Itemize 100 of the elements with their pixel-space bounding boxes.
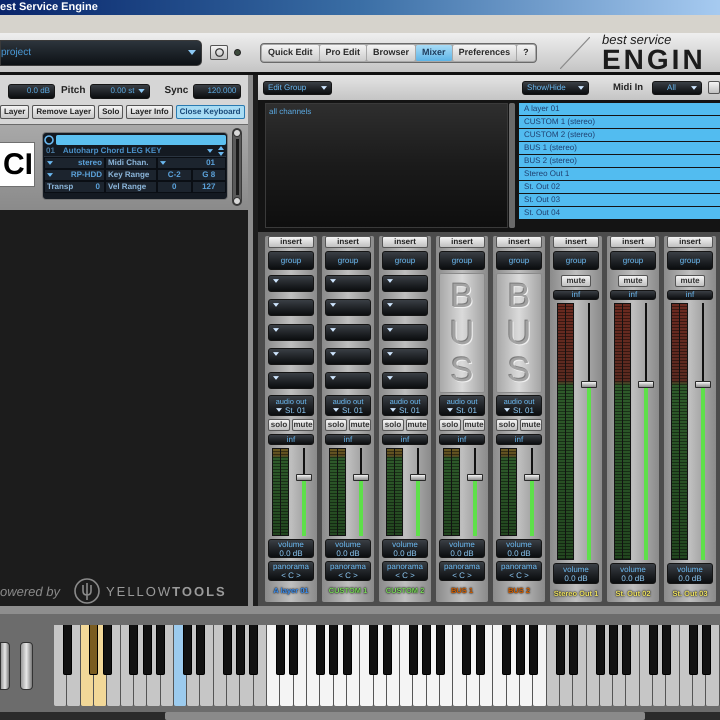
insert-slot[interactable]	[325, 372, 371, 389]
insert-slot[interactable]	[268, 299, 314, 316]
group-button[interactable]: group	[553, 251, 599, 270]
pan-value[interactable]: < C >	[395, 571, 415, 580]
volume-value[interactable]: 0.0 dB	[393, 548, 417, 558]
channel-list-item[interactable]: Stereo Out 1	[519, 168, 720, 180]
insert-slot[interactable]	[325, 275, 371, 292]
fader-thumb[interactable]	[467, 474, 483, 481]
layer-button[interactable]: Solo	[98, 105, 124, 119]
volume-value[interactable]: 0.0 dB	[621, 574, 645, 582]
solo-button[interactable]: solo	[325, 419, 347, 431]
output-dropdown[interactable]: St. 01	[276, 406, 306, 414]
pan-value[interactable]: < C >	[281, 571, 301, 580]
scrollbar[interactable]	[232, 128, 242, 206]
tab[interactable]: ?	[517, 44, 535, 60]
insert-slot[interactable]	[382, 299, 428, 316]
layer-title-bar[interactable]	[56, 134, 226, 144]
fader-track[interactable]	[296, 448, 312, 536]
mute-button[interactable]: mute	[463, 419, 485, 431]
group-button[interactable]: group	[439, 251, 485, 270]
output-dropdown[interactable]: St. 01	[333, 406, 363, 414]
volume-value[interactable]: 0.0 dB	[564, 574, 588, 582]
output-mode-dropdown[interactable]: stereo	[44, 157, 105, 169]
fader-track[interactable]	[524, 448, 540, 536]
solo-button[interactable]: solo	[496, 419, 518, 431]
group-button[interactable]: group	[325, 251, 371, 270]
tab[interactable]: Browser	[367, 44, 416, 60]
group-list-item[interactable]: all channels	[269, 107, 504, 117]
playback-mode-dropdown[interactable]: RP-HDD	[44, 169, 105, 181]
insert-button[interactable]: insert	[496, 236, 542, 248]
solo-button[interactable]: solo	[382, 419, 404, 431]
insert-button[interactable]: insert	[268, 236, 314, 248]
insert-slot[interactable]	[382, 324, 428, 340]
channel-list-item[interactable]: CUSTOM 2 (stereo)	[519, 129, 720, 141]
mute-button[interactable]: mute	[292, 419, 314, 431]
square-button[interactable]	[708, 81, 720, 94]
edit-group-dropdown[interactable]: Edit Group	[263, 80, 332, 94]
tab[interactable]: Pro Edit	[320, 44, 366, 60]
pan-value[interactable]: < C >	[338, 571, 358, 580]
channel-list-item[interactable]: A layer 01	[519, 103, 720, 115]
project-dropdown[interactable]: project	[0, 40, 202, 66]
wheel-control[interactable]	[0, 642, 10, 690]
show-hide-dropdown[interactable]: Show/Hide	[522, 80, 589, 94]
insert-slot[interactable]	[268, 372, 314, 389]
insert-button[interactable]: insert	[553, 236, 599, 248]
fader-track[interactable]	[695, 303, 711, 560]
channel-list-item[interactable]: St. Out 04	[519, 207, 720, 219]
insert-slot[interactable]	[325, 324, 371, 340]
pitch-dropdown[interactable]: 0.00 st	[90, 84, 150, 98]
midi-in-dropdown[interactable]: All	[652, 80, 702, 94]
fader-thumb[interactable]	[296, 474, 312, 481]
insert-slot[interactable]	[268, 348, 314, 365]
group-button[interactable]: group	[268, 251, 314, 270]
channel-list-item[interactable]: CUSTOM 1 (stereo)	[519, 116, 720, 128]
insert-button[interactable]: insert	[325, 236, 371, 248]
fader-track[interactable]	[467, 448, 483, 536]
velocity-low-field[interactable]: 0	[157, 181, 192, 193]
layer-button[interactable]: Layer	[0, 105, 30, 119]
layer-button[interactable]: Close Keyboard	[176, 105, 245, 119]
fader-track[interactable]	[410, 448, 426, 536]
insert-button[interactable]: insert	[439, 236, 485, 248]
solo-button[interactable]: solo	[268, 419, 290, 431]
fader-track[interactable]	[353, 448, 369, 536]
layer-button[interactable]: Remove Layer	[32, 105, 96, 119]
insert-button[interactable]: insert	[610, 236, 656, 248]
tab[interactable]: Quick Edit	[262, 44, 319, 60]
fader-track[interactable]	[581, 303, 597, 560]
volume-value[interactable]: 0.0 dB	[507, 548, 531, 558]
fader-thumb[interactable]	[410, 474, 426, 481]
pan-value[interactable]: < C >	[452, 571, 472, 580]
pan-value[interactable]: < C >	[509, 571, 529, 580]
mute-button[interactable]: mute	[349, 419, 371, 431]
insert-slot[interactable]	[325, 348, 371, 365]
insert-button[interactable]: insert	[382, 236, 428, 248]
group-button[interactable]: group	[496, 251, 542, 270]
fader-thumb[interactable]	[524, 474, 540, 481]
channel-list-item[interactable]: St. Out 02	[519, 181, 720, 193]
icon-button[interactable]	[210, 45, 228, 60]
channel-list-item[interactable]: BUS 1 (stereo)	[519, 142, 720, 154]
scrollbar[interactable]	[0, 712, 720, 720]
layer-name[interactable]: Autoharp Chord LEG KEY	[62, 146, 207, 154]
output-dropdown[interactable]: St. 01	[504, 406, 534, 414]
solo-button[interactable]: solo	[439, 419, 461, 431]
mute-button[interactable]: mute	[406, 419, 428, 431]
group-button[interactable]: group	[610, 251, 656, 270]
group-button[interactable]: group	[382, 251, 428, 270]
key-range-high-field[interactable]: G 8	[192, 169, 226, 181]
mute-button[interactable]: mute	[675, 275, 705, 287]
group-button[interactable]: group	[667, 251, 713, 270]
mute-button[interactable]: mute	[520, 419, 542, 431]
fader-thumb[interactable]	[581, 380, 597, 388]
layer-button[interactable]: Layer Info	[126, 105, 173, 119]
volume-value[interactable]: 0.0 dB	[450, 548, 474, 558]
fader-thumb[interactable]	[353, 474, 369, 481]
insert-slot[interactable]	[325, 299, 371, 316]
insert-button[interactable]: insert	[667, 236, 713, 248]
tab[interactable]: Preferences	[452, 44, 516, 60]
volume-value[interactable]: 0.0 dB	[336, 548, 360, 558]
insert-slot[interactable]	[268, 275, 314, 292]
velocity-high-field[interactable]: 127	[192, 181, 226, 193]
